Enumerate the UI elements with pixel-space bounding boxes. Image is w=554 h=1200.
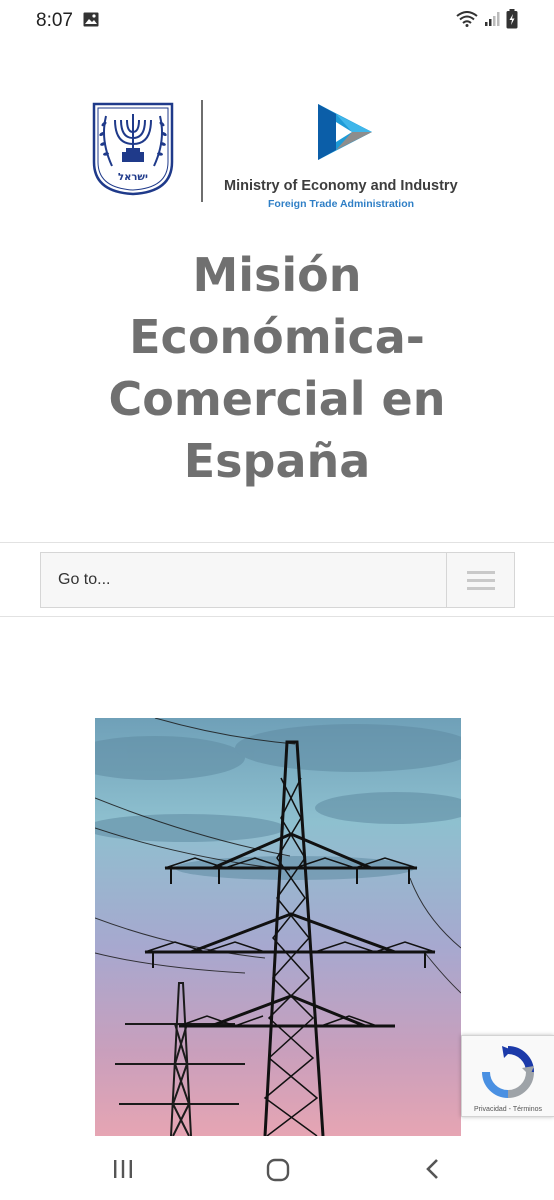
- site-title-line: Comercial en: [108, 372, 446, 426]
- logo-divider: [201, 100, 203, 202]
- status-time: 8:07: [36, 10, 73, 31]
- play-logo-icon: [312, 100, 378, 172]
- ministry-subtitle: Foreign Trade Administration: [268, 198, 415, 210]
- israel-emblem-icon: ישראל: [90, 100, 176, 200]
- ministry-name: Ministry of Economy and Industry: [224, 178, 458, 194]
- recaptcha-separator: -: [508, 1106, 511, 1113]
- recaptcha-privacy-link[interactable]: Privacidad: [474, 1106, 507, 1113]
- power-transmission-towers-image: [95, 718, 461, 1136]
- status-bar: 8:07: [0, 0, 554, 42]
- recent-apps-icon[interactable]: [112, 1158, 134, 1184]
- recaptcha-terms-link[interactable]: Términos: [513, 1106, 542, 1113]
- home-icon[interactable]: [266, 1158, 290, 1186]
- site-title[interactable]: Misión Económica- Comercial en España: [30, 244, 524, 492]
- hamburger-icon[interactable]: [446, 553, 514, 607]
- nav-select-label: Go to...: [58, 571, 111, 588]
- image-notification-icon: [83, 12, 99, 31]
- nav-divider: [0, 616, 554, 617]
- mobile-nav-select[interactable]: Go to...: [40, 552, 515, 608]
- site-title-line: España: [183, 434, 371, 488]
- header-divider: [0, 542, 554, 543]
- battery-icon: [506, 9, 518, 33]
- back-icon[interactable]: [424, 1158, 440, 1184]
- wifi-icon: [456, 11, 478, 31]
- recaptcha-links: Privacidad - Términos: [474, 1106, 542, 1113]
- recaptcha-icon: [480, 1044, 536, 1104]
- site-title-line: Misión: [192, 248, 362, 302]
- site-title-line: Económica-: [129, 310, 425, 364]
- system-nav-bar: [0, 1140, 554, 1200]
- recaptcha-badge[interactable]: Privacidad - Términos: [461, 1035, 554, 1117]
- site-logo[interactable]: ישראל Ministry of Economy and Industry F…: [0, 90, 554, 220]
- svg-text:ישראל: ישראל: [118, 172, 148, 183]
- signal-icon: [484, 11, 500, 31]
